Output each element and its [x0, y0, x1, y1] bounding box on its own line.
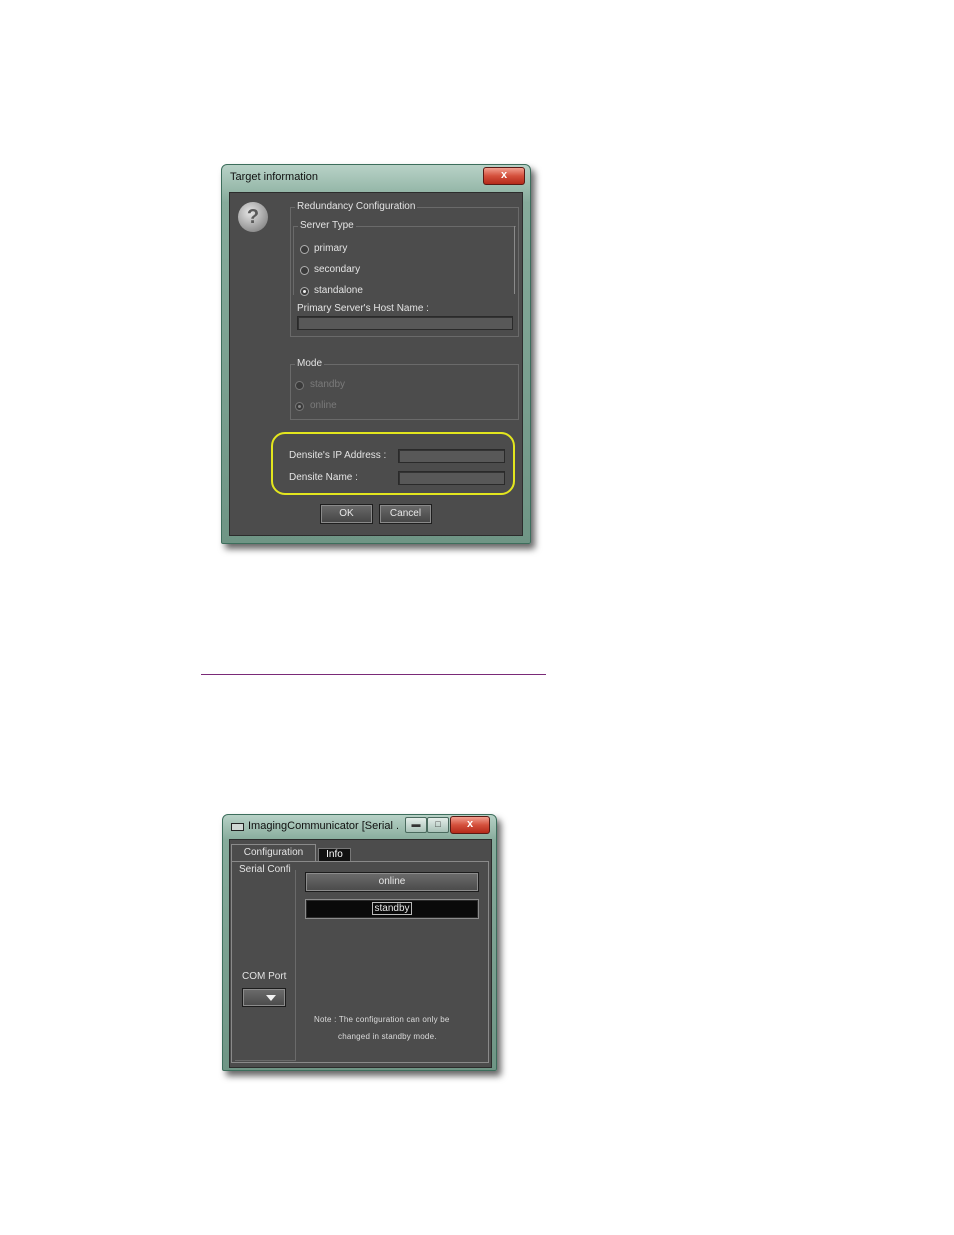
densite-ip-label: Densite's IP Address :	[289, 450, 387, 461]
densite-name-label: Densite Name :	[289, 472, 358, 483]
primary-host-label: Primary Server's Host Name :	[297, 303, 429, 314]
standby-button-label: standby	[372, 902, 412, 915]
window-client-area: Configuration Info Serial Confi COM Port…	[229, 839, 492, 1068]
close-button[interactable]: x	[483, 167, 525, 185]
question-icon: ?	[238, 202, 268, 232]
maximize-icon: □	[435, 819, 441, 829]
densite-ip-input[interactable]	[398, 449, 505, 463]
window-title: ImagingCommunicator [Serial ...	[248, 820, 398, 832]
radio-standby[interactable]	[295, 381, 304, 390]
standby-button[interactable]: standby	[305, 899, 479, 919]
imaging-communicator-window: ImagingCommunicator [Serial ... ▬ □ x Co…	[222, 814, 497, 1071]
mode-legend: Mode	[295, 358, 325, 370]
radio-primary[interactable]	[300, 245, 309, 254]
tab-info[interactable]: Info	[318, 848, 351, 861]
window-title: Target information	[230, 171, 319, 183]
close-button[interactable]: x	[450, 816, 490, 834]
redundancy-configuration-group: Redundancy Configuration Server Type pri…	[290, 201, 519, 337]
radio-standalone[interactable]	[300, 287, 309, 296]
radio-online[interactable]	[295, 402, 304, 411]
primary-host-input[interactable]	[297, 316, 513, 330]
minimize-icon: ▬	[411, 819, 421, 829]
serial-config-legend: Serial Confi	[239, 864, 291, 875]
server-type-legend: Server Type	[298, 220, 356, 232]
note-line-1: Note : The configuration can only be	[314, 1015, 450, 1024]
densite-fields-highlight	[271, 432, 515, 495]
maximize-button[interactable]: □	[427, 817, 449, 833]
com-port-label: COM Port	[242, 971, 287, 982]
redundancy-configuration-legend: Redundancy Configuration	[295, 201, 418, 213]
target-information-window: Target information x ? Redundancy Config…	[221, 164, 531, 544]
server-type-scroll-edge	[514, 226, 515, 294]
mode-group: Mode standby online	[290, 358, 519, 420]
radio-online-label: online	[310, 400, 337, 411]
online-button[interactable]: online	[305, 872, 479, 892]
chevron-down-icon	[266, 995, 276, 1001]
densite-name-input[interactable]	[398, 471, 505, 485]
cancel-button[interactable]: Cancel	[379, 504, 432, 524]
radio-primary-label: primary	[314, 243, 348, 254]
ok-button[interactable]: OK	[320, 504, 373, 524]
radio-secondary[interactable]	[300, 266, 309, 275]
tab-info-label: Info	[326, 849, 343, 860]
minimize-button[interactable]: ▬	[405, 817, 427, 833]
tab-configuration[interactable]: Configuration	[231, 844, 316, 861]
section-divider	[201, 674, 546, 675]
radio-standalone-label: standalone	[314, 285, 363, 296]
radio-secondary-label: secondary	[314, 264, 361, 275]
com-port-dropdown[interactable]	[242, 988, 286, 1007]
radio-standby-label: standby	[310, 379, 346, 390]
app-window-icon	[231, 823, 244, 831]
dialog-client-area: ? Redundancy Configuration Server Type p…	[229, 192, 523, 536]
configuration-panel: Serial Confi COM Port online standby Not…	[231, 861, 489, 1063]
tab-configuration-label: Configuration	[243, 847, 304, 858]
note-line-2: changed in standby mode.	[338, 1032, 437, 1041]
serial-config-group	[235, 870, 296, 1061]
